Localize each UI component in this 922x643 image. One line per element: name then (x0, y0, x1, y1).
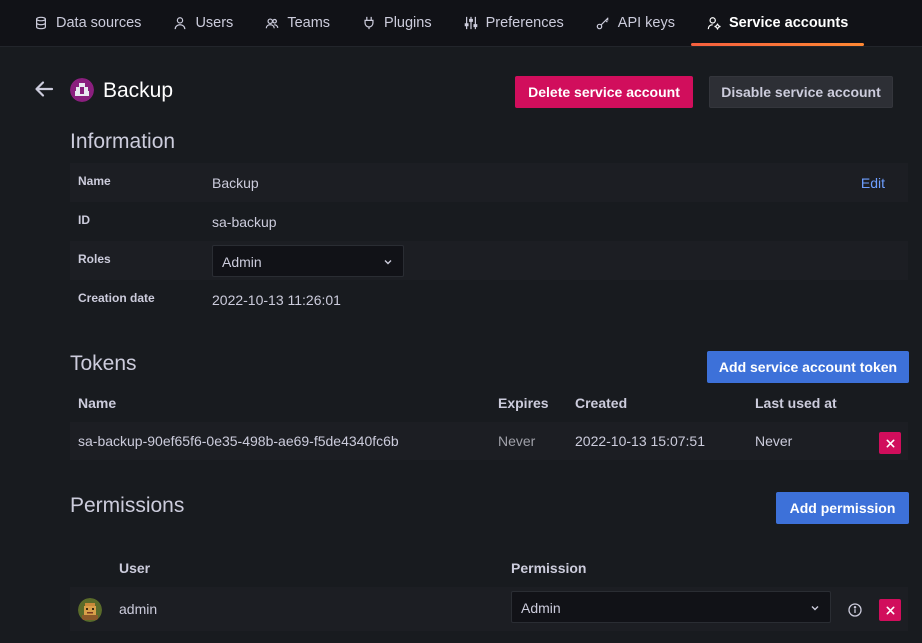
add-service-account-token-button[interactable]: Add service account token (707, 351, 909, 383)
permission-select-value: Admin (521, 600, 561, 616)
tab-label: Teams (287, 15, 331, 31)
delete-service-account-button[interactable]: Delete service account (515, 76, 693, 108)
tab-label: API keys (617, 15, 675, 31)
name-label: Name (78, 174, 111, 188)
info-row-name: Name Backup Edit (70, 163, 908, 202)
roles-label: Roles (78, 252, 111, 266)
token-expires: Never (498, 433, 536, 449)
creation-date-value: 2022-10-13 11:26:01 (212, 292, 341, 308)
avatar (78, 598, 102, 622)
add-permission-button[interactable]: Add permission (776, 492, 909, 524)
chevron-down-icon (384, 260, 392, 265)
user-icon (175, 17, 186, 30)
id-label: ID (78, 213, 90, 227)
name-value: Backup (212, 175, 259, 191)
info-icon[interactable] (848, 603, 862, 617)
key-icon (596, 17, 609, 30)
plug-icon (364, 16, 374, 30)
database-icon (36, 16, 46, 30)
creation-date-label: Creation date (78, 291, 155, 305)
users-icon (266, 18, 279, 29)
info-row-roles: Roles (70, 241, 908, 280)
sliders-icon (464, 16, 477, 30)
tokens-col-name: Name (78, 395, 117, 411)
delete-permission-button[interactable] (879, 599, 901, 621)
roles-select[interactable]: Admin (212, 245, 404, 277)
permission-select[interactable]: Admin (511, 591, 831, 623)
tab-label: Users (195, 15, 234, 31)
tab-plugins[interactable]: Plugins (362, 0, 448, 46)
tab-label: Service accounts (729, 15, 849, 31)
tab-label: Preferences (485, 15, 564, 31)
permissions-col-permission: Permission (511, 560, 587, 576)
tab-label: Plugins (384, 15, 432, 31)
tokens-col-expires: Expires (498, 395, 549, 411)
close-icon (886, 606, 894, 614)
token-name: sa-backup-90ef65f6-0e35-498b-ae69-f5de43… (78, 433, 399, 449)
permission-user-name: admin (119, 601, 158, 617)
tab-data-sources[interactable]: Data sources (34, 0, 157, 46)
id-value: sa-backup (212, 214, 277, 230)
information-heading: Information (70, 130, 176, 153)
tokens-col-last-used: Last used at (755, 395, 837, 411)
back-arrow-icon[interactable] (34, 79, 54, 99)
tab-label: Data sources (56, 15, 142, 31)
tab-teams[interactable]: Teams (265, 0, 346, 46)
tab-preferences[interactable]: Preferences (464, 0, 580, 46)
tokens-heading: Tokens (70, 352, 137, 375)
permissions-col-user: User (119, 560, 151, 576)
page-title: Backup (103, 79, 174, 102)
permissions-heading: Permissions (70, 494, 185, 517)
tab-service-accounts[interactable]: Service accounts (691, 0, 865, 46)
user-cog-icon (707, 17, 721, 30)
roles-select-value: Admin (222, 254, 262, 270)
table-row: sa-backup-90ef65f6-0e35-498b-ae69-f5de43… (70, 422, 908, 460)
edit-name-link[interactable]: Edit (861, 175, 885, 191)
token-last-used: Never (755, 433, 793, 449)
top-nav: Data sources Users Teams Plugins Prefere… (0, 0, 922, 46)
tab-api-keys[interactable]: API keys (596, 0, 691, 46)
service-account-avatar (70, 78, 94, 102)
tokens-col-created: Created (575, 395, 628, 411)
delete-token-button[interactable] (879, 432, 901, 454)
info-row-creation-date: Creation date 2022-10-13 11:26:01 (70, 280, 908, 319)
disable-service-account-button[interactable]: Disable service account (709, 76, 893, 108)
token-created: 2022-10-13 15:07:51 (575, 433, 705, 449)
tab-users[interactable]: Users (173, 0, 249, 46)
info-row-id: ID sa-backup (70, 202, 908, 241)
chevron-down-icon (811, 606, 819, 611)
close-icon (886, 439, 894, 447)
